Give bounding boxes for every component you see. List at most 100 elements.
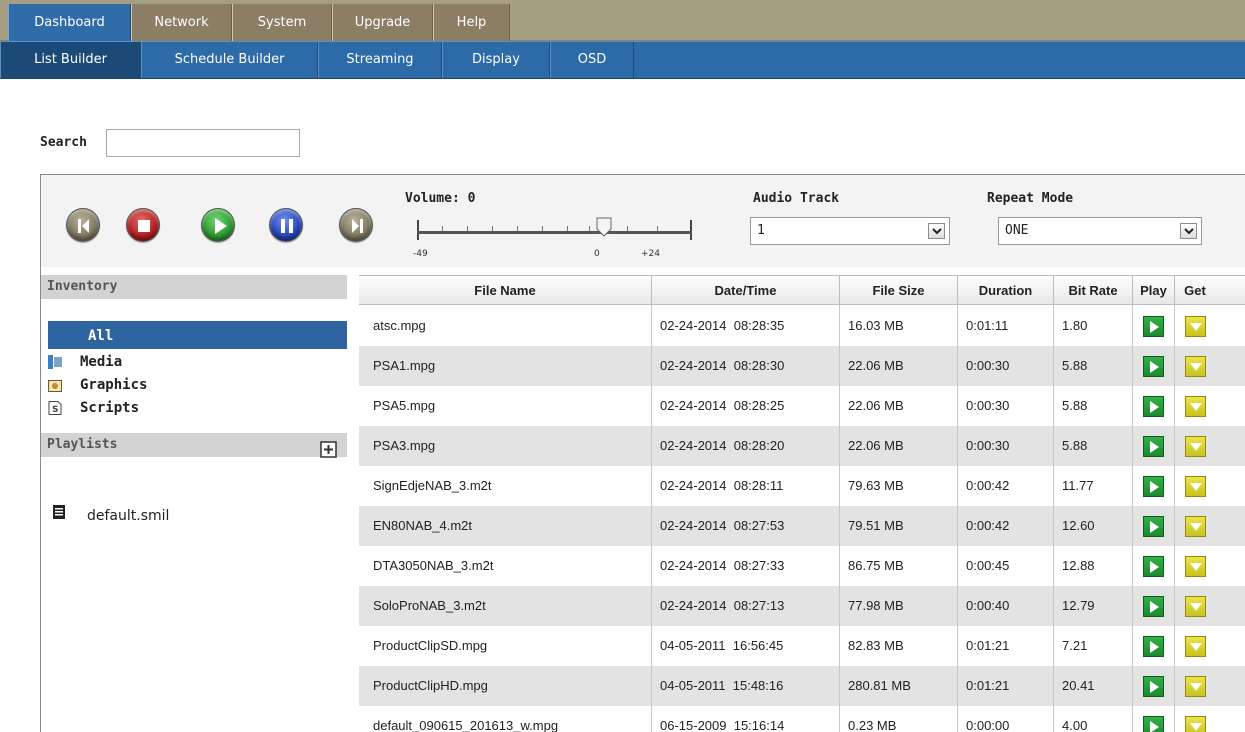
get-cell: [1175, 586, 1215, 626]
table-row[interactable]: SignEdjeNAB_3.m2t 02-24-2014 08:28:11 79.6…: [359, 466, 1245, 506]
download-file-button[interactable]: [1185, 476, 1206, 497]
play-file-button[interactable]: [1143, 516, 1164, 537]
next-icon: [352, 219, 363, 233]
get-cell: [1175, 386, 1215, 426]
play-file-button[interactable]: [1143, 436, 1164, 457]
svg-text:S: S: [52, 405, 58, 415]
sidebar: Inventory All Media Graphics S Scripts P…: [41, 267, 357, 732]
table-row[interactable]: PSA1.mpg 02-24-2014 08:28:30 22.06 MB 0:00:…: [359, 346, 1245, 386]
volume-slider-handle[interactable]: [596, 217, 612, 237]
download-file-button[interactable]: [1185, 676, 1206, 697]
subtab-streaming[interactable]: Streaming: [318, 42, 442, 78]
play-cell: [1133, 586, 1175, 626]
column-header-date-time[interactable]: Date/Time: [652, 276, 840, 306]
play-file-button[interactable]: [1143, 716, 1164, 732]
table-row[interactable]: ProductClipSD.mpg 04-05-2011 16:56:45 82.8…: [359, 626, 1245, 666]
play-file-button[interactable]: [1143, 556, 1164, 577]
bit-rate-cell: 7.21: [1054, 626, 1133, 666]
bit-rate-cell: 12.79: [1054, 586, 1133, 626]
file-name-cell: SoloProNAB_3.m2t: [359, 586, 652, 626]
graphics-icon: [48, 380, 62, 392]
download-file-button[interactable]: [1185, 436, 1206, 457]
pause-button[interactable]: [269, 208, 303, 242]
search-input[interactable]: [106, 129, 300, 157]
repeat-mode-label: Repeat Mode: [987, 191, 1074, 206]
file-name-cell: PSA5.mpg: [359, 386, 652, 426]
table-row[interactable]: ProductClipHD.mpg 04-05-2011 15:48:16 280.…: [359, 666, 1245, 706]
play-button[interactable]: [201, 208, 235, 242]
subtab-osd[interactable]: OSD: [550, 42, 634, 78]
download-file-button[interactable]: [1185, 516, 1206, 537]
column-header-bit-rate[interactable]: Bit Rate: [1054, 276, 1133, 306]
play-file-button[interactable]: [1143, 476, 1164, 497]
sub-nav: List Builder Schedule Builder Streaming …: [0, 41, 1245, 79]
table-row[interactable]: PSA3.mpg 02-24-2014 08:28:20 22.06 MB 0:00:…: [359, 426, 1245, 466]
play-file-button[interactable]: [1143, 676, 1164, 697]
file-size-cell: 86.75 MB: [840, 546, 958, 586]
table-row[interactable]: atsc.mpg 02-24-2014 08:28:35 16.03 MB 0:01:…: [359, 306, 1245, 346]
tab-network[interactable]: Network: [131, 4, 232, 41]
inventory-item-media[interactable]: Media: [48, 351, 347, 373]
play-file-button[interactable]: [1143, 636, 1164, 657]
volume-min-label: -49: [413, 249, 428, 259]
audio-track-select[interactable]: 1: [750, 217, 950, 245]
inventory-item-graphics[interactable]: Graphics: [48, 374, 347, 396]
inventory-item-all[interactable]: All: [48, 321, 347, 349]
add-playlist-icon[interactable]: [320, 441, 338, 459]
file-name-cell: atsc.mpg: [359, 306, 652, 346]
duration-cell: 0:00:30: [958, 386, 1054, 426]
download-file-button[interactable]: [1185, 356, 1206, 377]
table-row[interactable]: EN80NAB_4.m2t 02-24-2014 08:27:53 79.51 MB…: [359, 506, 1245, 546]
play-file-button[interactable]: [1143, 316, 1164, 337]
subtab-schedule-builder[interactable]: Schedule Builder: [141, 42, 318, 78]
download-file-button[interactable]: [1185, 316, 1206, 337]
column-header-duration[interactable]: Duration: [958, 276, 1054, 306]
download-file-button[interactable]: [1185, 596, 1206, 617]
next-button[interactable]: [339, 208, 373, 242]
playlists-title: Playlists: [47, 437, 118, 452]
table-row[interactable]: SoloProNAB_3.m2t 02-24-2014 08:27:13 77.98…: [359, 586, 1245, 626]
duration-cell: 0:00:42: [958, 466, 1054, 506]
bit-rate-cell: 5.88: [1054, 346, 1133, 386]
file-size-cell: 22.06 MB: [840, 426, 958, 466]
download-file-button[interactable]: [1185, 636, 1206, 657]
tab-help[interactable]: Help: [433, 4, 510, 41]
table-row[interactable]: DTA3050NAB_3.m2t 02-24-2014 08:27:33 86.75…: [359, 546, 1245, 586]
tab-upgrade[interactable]: Upgrade: [332, 4, 433, 41]
date-time-cell: 02-24-2014 08:28:20: [652, 426, 840, 466]
file-name-cell: PSA1.mpg: [359, 346, 652, 386]
play-icon: [1150, 601, 1159, 613]
volume-slider[interactable]: [417, 217, 692, 241]
subtab-display[interactable]: Display: [442, 42, 550, 78]
download-file-button[interactable]: [1185, 556, 1206, 577]
play-file-button[interactable]: [1143, 596, 1164, 617]
tab-system[interactable]: System: [232, 4, 332, 41]
download-arrow-icon: [1190, 443, 1202, 451]
column-header-file-name[interactable]: File Name: [359, 276, 652, 306]
play-file-button[interactable]: [1143, 356, 1164, 377]
get-cell: [1175, 346, 1215, 386]
file-name-cell: ProductClipSD.mpg: [359, 626, 652, 666]
table-row[interactable]: default_090615_201613_w.mpg 06-15-2009 15…: [359, 706, 1245, 732]
table-row[interactable]: PSA5.mpg 02-24-2014 08:28:25 22.06 MB 0:00:…: [359, 386, 1245, 426]
volume-max-label: +24: [641, 249, 660, 259]
inventory-item-label: Graphics: [80, 377, 148, 393]
stop-button[interactable]: [126, 208, 160, 242]
download-arrow-icon: [1190, 483, 1202, 491]
column-header-file-size[interactable]: File Size: [840, 276, 958, 306]
subtab-list-builder[interactable]: List Builder: [0, 42, 141, 78]
repeat-mode-select[interactable]: ONE: [998, 217, 1202, 245]
previous-button[interactable]: [66, 208, 100, 242]
download-file-button[interactable]: [1185, 396, 1206, 417]
play-file-button[interactable]: [1143, 396, 1164, 417]
duration-cell: 0:00:30: [958, 346, 1054, 386]
chevron-down-icon: [928, 223, 945, 239]
get-cell: [1175, 666, 1215, 706]
download-file-button[interactable]: [1185, 716, 1206, 732]
file-name-cell: SignEdjeNAB_3.m2t: [359, 466, 652, 506]
playlist-label: default.smil: [87, 508, 170, 524]
inventory-item-scripts[interactable]: S Scripts: [48, 397, 347, 419]
audio-track-value: 1: [757, 223, 765, 238]
top-nav: Dashboard Network System Upgrade Help: [0, 0, 1245, 41]
tab-dashboard[interactable]: Dashboard: [8, 4, 131, 41]
